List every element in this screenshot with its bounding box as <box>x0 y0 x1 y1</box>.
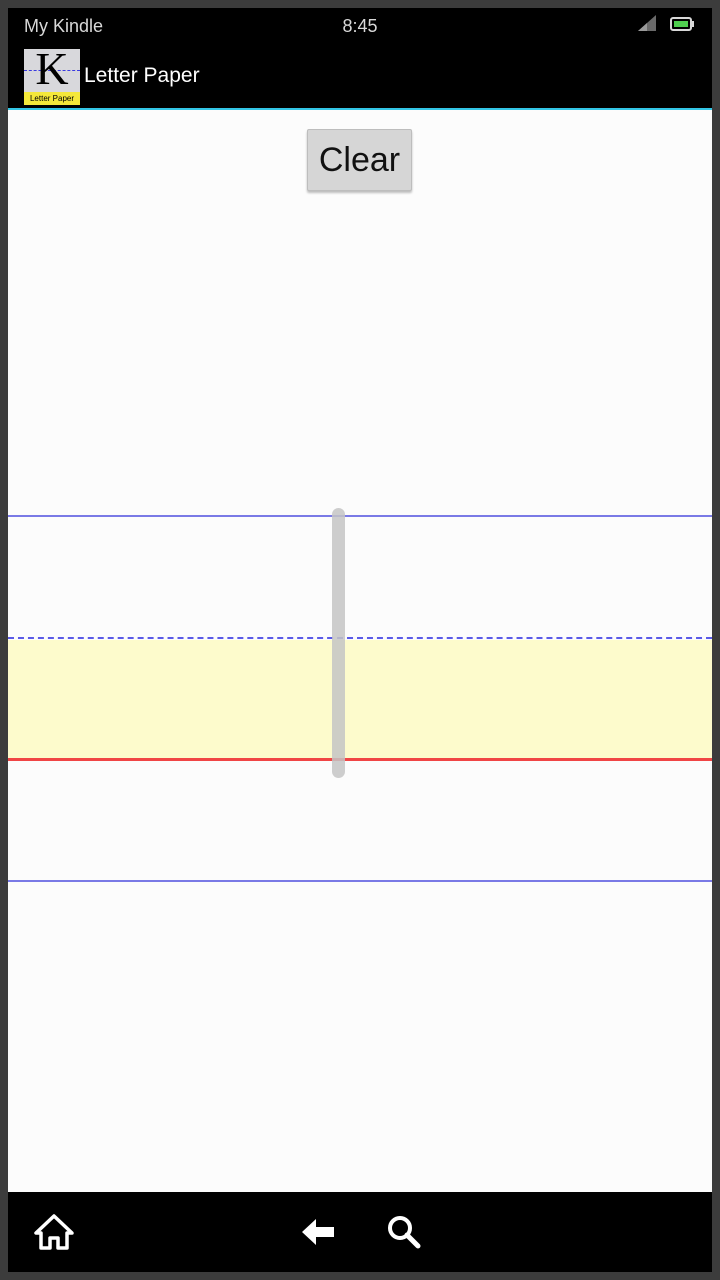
dashed-midline <box>8 637 712 639</box>
device-frame: My Kindle 8:45 K Letter Paper Letter Pap… <box>0 0 720 1280</box>
baseline-red <box>8 758 712 761</box>
highlight-band <box>8 640 712 758</box>
top-guide-line <box>8 515 712 517</box>
app-logo-icon[interactable]: K Letter Paper <box>24 49 80 105</box>
logo-letter: K <box>35 49 69 94</box>
status-clock: 8:45 <box>342 16 378 36</box>
screen: My Kindle 8:45 K Letter Paper Letter Pap… <box>8 8 712 1272</box>
home-icon[interactable] <box>32 1210 76 1254</box>
writing-canvas[interactable]: Clear <box>8 110 712 1192</box>
clear-button[interactable]: Clear <box>307 129 412 191</box>
bottom-guide-line <box>8 880 712 882</box>
scroll-thumb[interactable] <box>332 508 345 778</box>
action-bar: K Letter Paper Letter Paper <box>8 46 712 110</box>
back-arrow-icon[interactable] <box>296 1210 340 1254</box>
signal-icon <box>638 15 656 31</box>
search-icon[interactable] <box>382 1210 426 1254</box>
nav-bar <box>8 1192 712 1272</box>
app-title: Letter Paper <box>84 64 200 87</box>
logo-caption: Letter Paper <box>24 92 80 105</box>
status-bar: My Kindle 8:45 <box>8 8 712 46</box>
battery-icon <box>670 17 694 31</box>
